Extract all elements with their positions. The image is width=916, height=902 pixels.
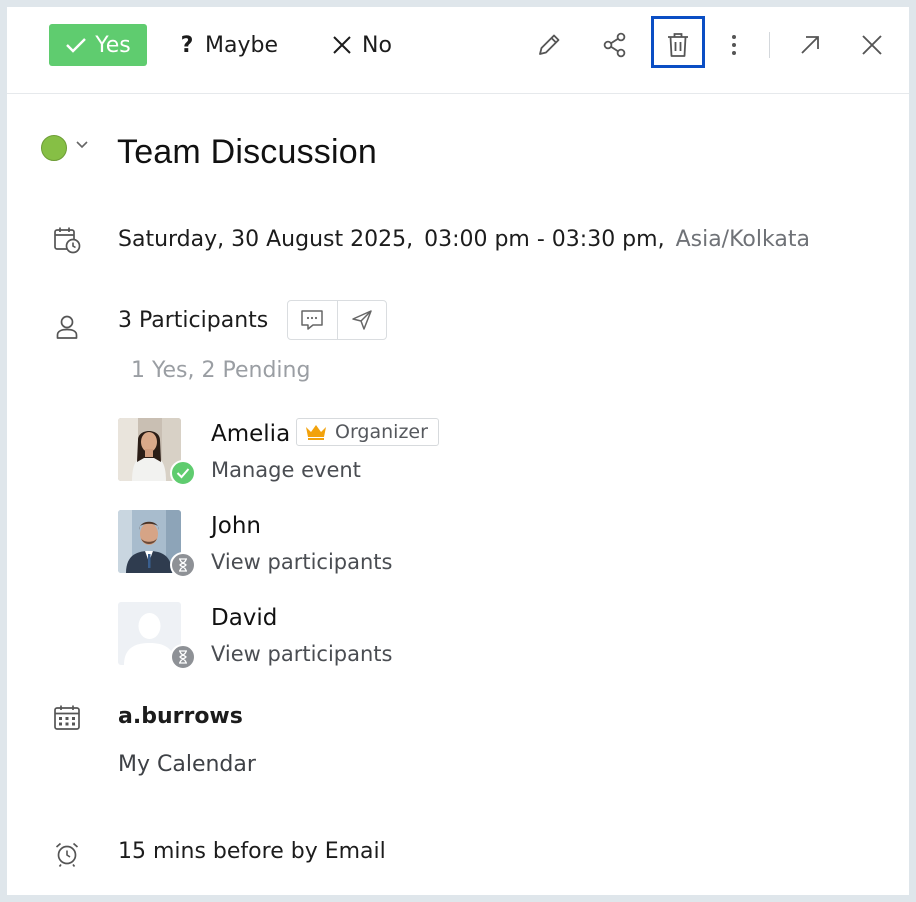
event-color-dot[interactable]: [41, 135, 67, 161]
more-icon[interactable]: [718, 29, 750, 61]
organizer-badge: Organizer: [296, 418, 439, 446]
rsvp-yes-label: Yes: [95, 32, 131, 58]
calendar-owner: a.burrows: [118, 704, 243, 729]
close-icon[interactable]: [856, 29, 888, 61]
rsvp-yes-button[interactable]: Yes: [49, 24, 147, 66]
participant-actions: [287, 300, 387, 340]
event-title: Team Discussion: [117, 133, 377, 171]
rsvp-no-button[interactable]: No: [332, 24, 392, 66]
check-icon: [66, 38, 87, 53]
participant-name: Amelia: [211, 421, 291, 447]
view-participants-link[interactable]: View participants: [211, 642, 392, 666]
event-datetime: Saturday, 30 August 2025, 03:00 pm - 03:…: [118, 227, 810, 252]
rsvp-no-label: No: [362, 32, 392, 58]
crown-icon: [306, 425, 326, 440]
rsvp-maybe-button[interactable]: ? Maybe: [179, 24, 278, 66]
check-icon: [176, 468, 190, 479]
event-date: Saturday, 30 August 2025,: [118, 227, 414, 252]
send-button[interactable]: [336, 301, 387, 339]
participant-name: David: [211, 605, 278, 631]
chat-icon: [301, 310, 323, 330]
hourglass-icon: [179, 558, 187, 572]
share-icon[interactable]: [599, 29, 631, 61]
calendar-icon: [51, 702, 83, 734]
accepted-badge: [170, 460, 196, 486]
delete-icon[interactable]: [662, 29, 694, 61]
calendar-clock-icon: [51, 224, 83, 256]
participants-count: 3 Participants: [118, 308, 269, 333]
rsvp-maybe-label: Maybe: [205, 32, 278, 58]
chat-button[interactable]: [288, 301, 337, 339]
chevron-down-icon[interactable]: [75, 139, 89, 149]
participants-summary: 1 Yes, 2 Pending: [131, 358, 311, 383]
question-icon: ?: [180, 32, 194, 58]
reminder-text: 15 mins before by Email: [118, 839, 386, 864]
participant-name: John: [211, 513, 262, 539]
calendar-name: My Calendar: [118, 752, 256, 777]
hourglass-icon: [179, 650, 187, 664]
toolbar-divider: [769, 32, 770, 58]
send-icon: [352, 310, 372, 330]
event-timezone: Asia/Kolkata: [675, 227, 810, 252]
event-details-panel: Yes ? Maybe No Team Discussion Saturday,…: [7, 7, 909, 895]
event-time: 03:00 pm - 03:30 pm,: [424, 227, 665, 252]
pending-badge: [170, 552, 196, 578]
alarm-icon: [51, 838, 83, 870]
cross-icon: [333, 36, 351, 54]
open-external-icon[interactable]: [794, 29, 826, 61]
user-icon: [51, 311, 83, 343]
toolbar: Yes ? Maybe No: [7, 7, 909, 94]
view-participants-link[interactable]: View participants: [211, 550, 392, 574]
organizer-label: Organizer: [335, 421, 428, 443]
edit-icon[interactable]: [533, 29, 565, 61]
pending-badge: [170, 644, 196, 670]
manage-event-link[interactable]: Manage event: [211, 458, 361, 482]
